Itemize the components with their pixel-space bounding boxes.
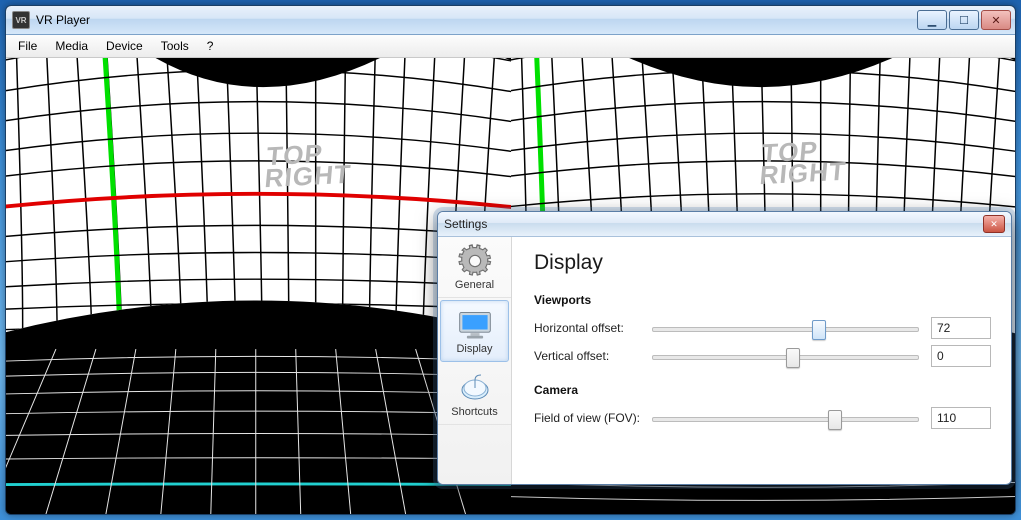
calibration-grid-left bbox=[6, 58, 511, 514]
slider-fov[interactable] bbox=[652, 408, 919, 428]
value-fov[interactable]: 110 bbox=[931, 407, 991, 429]
settings-dialog: Settings ✕ General bbox=[437, 211, 1012, 485]
settings-close-button[interactable]: ✕ bbox=[983, 215, 1005, 233]
menu-device[interactable]: Device bbox=[98, 37, 151, 55]
monitor-icon bbox=[457, 309, 493, 341]
value-horizontal-offset[interactable]: 72 bbox=[931, 317, 991, 339]
gear-icon bbox=[457, 245, 493, 277]
label-vertical-offset: Vertical offset: bbox=[534, 349, 652, 363]
overlay-top-right-right-eye: TOP RIGHT bbox=[758, 138, 848, 187]
tab-general[interactable]: General bbox=[438, 237, 511, 298]
settings-titlebar[interactable]: Settings ✕ bbox=[438, 212, 1011, 237]
settings-tabs: General Display bbox=[438, 237, 512, 484]
row-horizontal-offset: Horizontal offset: 72 bbox=[534, 317, 991, 339]
settings-body: General Display bbox=[438, 237, 1011, 484]
settings-pane-display: Display Viewports Horizontal offset: 72 … bbox=[512, 237, 1011, 484]
vr-eye-left: TOP RIGHT bbox=[6, 58, 511, 514]
menu-tools[interactable]: Tools bbox=[153, 37, 197, 55]
tab-display-label: Display bbox=[456, 343, 492, 355]
menubar: File Media Device Tools ? bbox=[6, 35, 1015, 58]
settings-title: Settings bbox=[444, 217, 983, 231]
slider-vertical-offset[interactable] bbox=[652, 346, 919, 366]
maximize-button[interactable]: ☐ bbox=[949, 10, 979, 30]
row-fov: Field of view (FOV): 110 bbox=[534, 407, 991, 429]
display-heading: Display bbox=[534, 251, 991, 275]
tab-shortcuts[interactable]: Shortcuts bbox=[438, 364, 511, 425]
section-viewports: Viewports bbox=[534, 293, 991, 307]
label-fov: Field of view (FOV): bbox=[534, 411, 652, 425]
row-vertical-offset: Vertical offset: 0 bbox=[534, 345, 991, 367]
mouse-icon bbox=[457, 372, 493, 404]
slider-horizontal-offset[interactable] bbox=[652, 318, 919, 338]
minimize-button[interactable]: ▁ bbox=[917, 10, 947, 30]
menu-help[interactable]: ? bbox=[199, 37, 222, 55]
close-button[interactable]: ✕ bbox=[981, 10, 1011, 30]
titlebar[interactable]: VR VR Player ▁ ☐ ✕ bbox=[6, 6, 1015, 35]
tab-shortcuts-label: Shortcuts bbox=[451, 406, 497, 418]
app-icon: VR bbox=[12, 11, 30, 29]
tab-display[interactable]: Display bbox=[440, 300, 509, 362]
overlay-top-right-left-eye: TOP RIGHT bbox=[264, 141, 354, 190]
window-controls: ▁ ☐ ✕ bbox=[917, 10, 1011, 30]
tab-general-label: General bbox=[455, 279, 494, 291]
value-vertical-offset[interactable]: 0 bbox=[931, 345, 991, 367]
app-title: VR Player bbox=[36, 13, 917, 27]
menu-media[interactable]: Media bbox=[47, 37, 96, 55]
section-camera: Camera bbox=[534, 383, 991, 397]
label-horizontal-offset: Horizontal offset: bbox=[534, 321, 652, 335]
menu-file[interactable]: File bbox=[10, 37, 45, 55]
